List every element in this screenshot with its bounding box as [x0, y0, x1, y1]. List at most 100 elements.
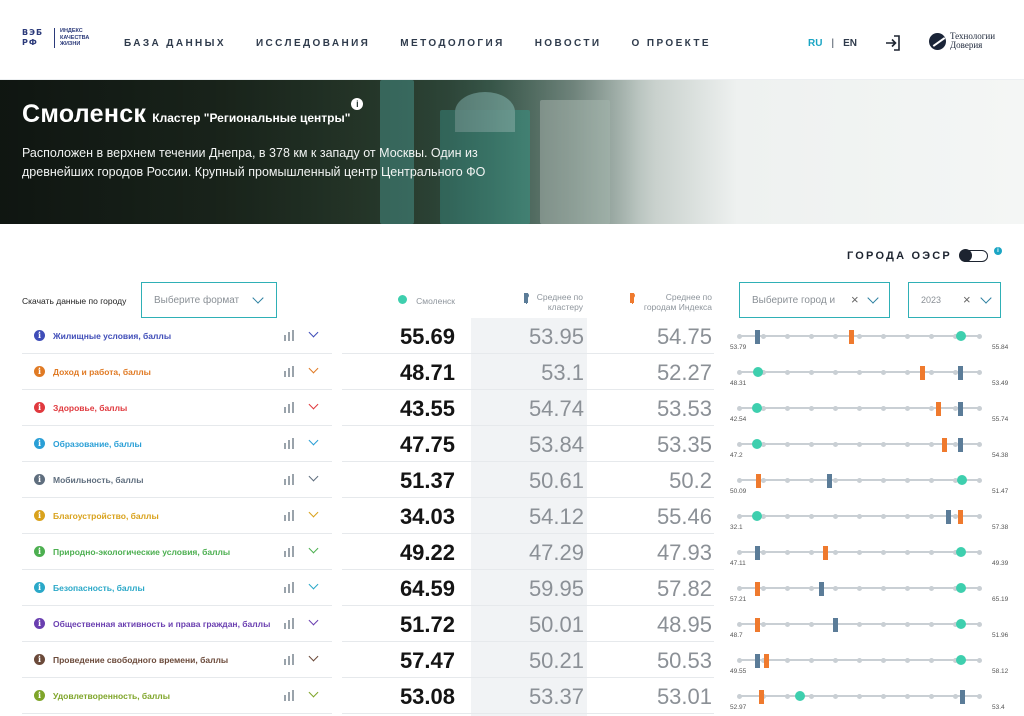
- login-icon[interactable]: [884, 34, 902, 52]
- table-row[interactable]: i Безопасность, баллы 64.59 59.95 57.82 …: [22, 570, 1020, 606]
- city-value: 55.69: [399, 324, 455, 349]
- clear-year-icon[interactable]: ×: [963, 293, 971, 306]
- oecd-toggle[interactable]: [958, 249, 988, 262]
- info-icon[interactable]: i: [34, 654, 45, 665]
- table-row[interactable]: i Доход и работа, баллы 48.71 53.1 52.27…: [22, 354, 1020, 390]
- chevron-down-icon[interactable]: [308, 543, 319, 554]
- track-tick: [880, 693, 886, 699]
- chevron-down-icon[interactable]: [308, 435, 319, 446]
- track-tick: [976, 621, 982, 627]
- cluster-avg-value: 50.61: [528, 468, 584, 493]
- site-logo[interactable]: ВЭБ РФ ИНДЕКС КАЧЕСТВА ЖИЗНИ: [22, 28, 89, 48]
- info-icon[interactable]: i: [34, 582, 45, 593]
- partner-logo[interactable]: Технологии Доверия: [929, 32, 995, 50]
- range-max-label: 53.4: [992, 704, 1005, 711]
- track-tick: [928, 477, 934, 483]
- bar-chart-icon[interactable]: [284, 474, 296, 485]
- info-icon[interactable]: i: [34, 438, 45, 449]
- bar-chart-icon[interactable]: [284, 654, 296, 665]
- track-tick: [976, 657, 982, 663]
- info-icon[interactable]: i: [34, 330, 45, 341]
- info-icon[interactable]: i: [34, 366, 45, 377]
- bar-chart-icon[interactable]: [284, 438, 296, 449]
- info-icon[interactable]: i: [34, 474, 45, 485]
- chevron-down-icon[interactable]: [308, 471, 319, 482]
- bar-chart-icon[interactable]: [284, 546, 296, 557]
- table-row[interactable]: i Образование, баллы 47.75 53.84 53.35 4…: [22, 426, 1020, 462]
- range-max-label: 49.39: [992, 560, 1009, 567]
- oecd-label: ГОРОДА ОЭСР: [847, 250, 952, 262]
- table-row[interactable]: i Проведение свободного времени, баллы 5…: [22, 642, 1020, 678]
- indicator-label: Мобильность, баллы: [53, 475, 144, 485]
- track-tick: [856, 369, 862, 375]
- table-row[interactable]: i Удовлетворенность, баллы 53.08 53.37 5…: [22, 678, 1020, 714]
- chevron-down-icon[interactable]: [308, 507, 319, 518]
- lang-ru[interactable]: RU: [808, 38, 822, 49]
- index-avg-value: 54.75: [656, 324, 712, 349]
- chevron-down-icon[interactable]: [308, 615, 319, 626]
- track-tick: [832, 585, 838, 591]
- info-icon[interactable]: i: [34, 690, 45, 701]
- track-tick: [784, 441, 790, 447]
- chevron-down-icon[interactable]: [308, 579, 319, 590]
- chevron-down-icon[interactable]: [308, 687, 319, 698]
- bar-chart-icon[interactable]: [284, 582, 296, 593]
- bar-chart-icon[interactable]: [284, 402, 296, 413]
- nav-research[interactable]: ИССЛЕДОВАНИЯ: [256, 38, 370, 49]
- track-tick: [832, 477, 838, 483]
- table-row[interactable]: i Общественная активность и права гражда…: [22, 606, 1020, 642]
- cluster-info-icon[interactable]: i: [351, 98, 364, 110]
- chevron-down-icon[interactable]: [308, 651, 319, 662]
- bar-chart-icon[interactable]: [284, 510, 296, 521]
- track-tick: [808, 441, 814, 447]
- year-select[interactable]: 2023 ×: [908, 282, 1001, 318]
- track-tick: [976, 477, 982, 483]
- table-row[interactable]: i Благоустройство, баллы 34.03 54.12 55.…: [22, 498, 1020, 534]
- nav-database[interactable]: БАЗА ДАННЫХ: [124, 38, 226, 49]
- track-tick: [928, 369, 934, 375]
- city-marker: [752, 367, 763, 377]
- track-tick: [880, 657, 886, 663]
- track-tick: [928, 441, 934, 447]
- format-select[interactable]: Выберите формат: [141, 282, 277, 318]
- chevron-down-icon[interactable]: [308, 363, 319, 374]
- table-row[interactable]: i Здоровье, баллы 43.55 54.74 53.53 42.5…: [22, 390, 1020, 426]
- chevron-down-icon[interactable]: [308, 327, 319, 338]
- info-icon[interactable]: i: [34, 402, 45, 413]
- bar-chart-icon[interactable]: [284, 690, 296, 701]
- clear-city-icon[interactable]: ×: [851, 293, 859, 306]
- chevron-down-icon: [252, 292, 264, 304]
- range-track: [736, 690, 982, 704]
- table-row[interactable]: i Мобильность, баллы 51.37 50.61 50.2 50…: [22, 462, 1020, 498]
- track-tick: [928, 621, 934, 627]
- partner-text: Технологии Доверия: [950, 31, 996, 50]
- nav-about[interactable]: О ПРОЕКТЕ: [632, 38, 711, 49]
- track-tick: [904, 441, 910, 447]
- info-icon[interactable]: i: [34, 510, 45, 521]
- indicator-label: Здоровье, баллы: [53, 403, 128, 413]
- nav-news[interactable]: НОВОСТИ: [535, 38, 602, 49]
- chevron-down-icon[interactable]: [308, 399, 319, 410]
- nav-methodology[interactable]: МЕТОДОЛОГИЯ: [400, 38, 504, 49]
- city-value: 49.22: [399, 540, 455, 565]
- bar-chart-icon[interactable]: [284, 366, 296, 377]
- bar-chart-icon[interactable]: [284, 330, 296, 341]
- cluster-avg-value: 59.95: [528, 576, 584, 601]
- lang-en[interactable]: EN: [843, 38, 857, 49]
- cluster-avg-value: 50.01: [528, 612, 584, 637]
- toggle-knob: [958, 249, 972, 262]
- cluster-avg-value: 53.95: [528, 324, 584, 349]
- info-icon[interactable]: i: [34, 546, 45, 557]
- trust-tech-logo-icon: [929, 32, 946, 50]
- range-min-label: 57.21: [730, 596, 747, 603]
- range-track: [736, 510, 982, 524]
- oecd-info-icon[interactable]: i: [994, 247, 1002, 255]
- city-select[interactable]: Выберите город и ×: [739, 282, 890, 318]
- track-tick: [784, 333, 790, 339]
- bar-chart-icon[interactable]: [284, 618, 296, 629]
- table-row[interactable]: i Природно-экологические условия, баллы …: [22, 534, 1020, 570]
- track-tick: [808, 657, 814, 663]
- cluster-avg-value: 53.1: [541, 360, 584, 385]
- table-row[interactable]: i Жилищные условия, баллы 55.69 53.95 54…: [22, 318, 1020, 354]
- info-icon[interactable]: i: [34, 618, 45, 629]
